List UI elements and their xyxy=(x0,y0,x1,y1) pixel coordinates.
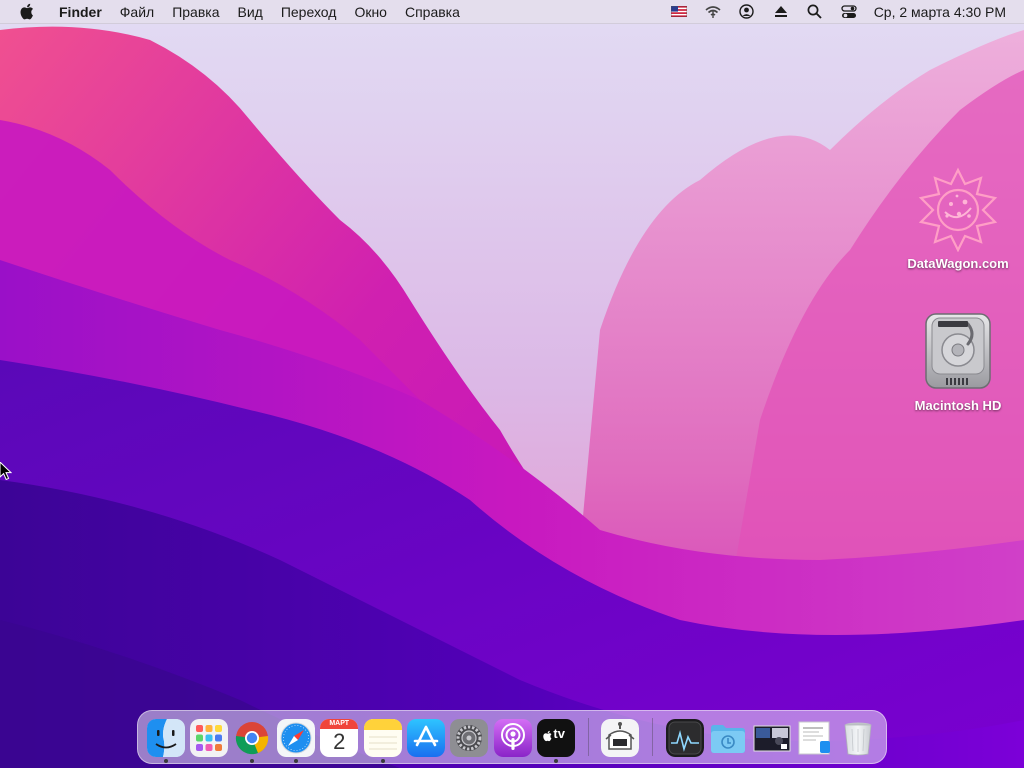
menu-bar-left: Finder Файл Правка Вид Переход Окно Спра… xyxy=(0,0,469,24)
user-icon[interactable] xyxy=(730,0,764,24)
dock-app-store[interactable] xyxy=(404,714,447,760)
podcasts-icon xyxy=(493,719,532,757)
dock-safari[interactable] xyxy=(274,714,317,763)
calendar-icon: МАРТ 2 xyxy=(320,719,359,757)
downloads-folder-icon xyxy=(709,719,747,757)
dock-notes[interactable] xyxy=(361,714,404,763)
desktop-icon-label: Macintosh HD xyxy=(914,398,1002,413)
dock-chrome[interactable] xyxy=(231,714,274,763)
control-center-icon[interactable] xyxy=(832,0,866,24)
mouse-pointer-icon xyxy=(0,461,13,485)
menu-app-name[interactable]: Finder xyxy=(50,0,111,24)
wifi-icon[interactable] xyxy=(696,0,730,24)
system-preferences-icon xyxy=(450,719,489,757)
eject-icon[interactable] xyxy=(764,0,798,24)
apple-menu-icon[interactable] xyxy=(14,0,38,24)
app-store-icon xyxy=(406,719,445,757)
dock-activity-monitor[interactable] xyxy=(663,714,706,760)
spotlight-search-icon[interactable] xyxy=(798,0,832,24)
desktop-icon-label: DataWagon.com xyxy=(907,256,1009,271)
us-flag-input-icon[interactable] xyxy=(662,0,696,24)
menu-bar-right: Ср, 2 марта 4:30 PM xyxy=(662,0,1024,24)
menu-help[interactable]: Справка xyxy=(396,0,469,24)
apple-tv-icon: tv xyxy=(537,719,576,757)
document-preview-icon xyxy=(796,719,834,757)
dock-recents-stack[interactable] xyxy=(750,714,793,760)
desktop-icon-datawagon[interactable]: DataWagon.com xyxy=(898,166,1018,271)
dock-finder[interactable] xyxy=(144,714,187,763)
migration-assistant-icon xyxy=(601,719,640,757)
finder-icon xyxy=(146,719,185,757)
desktop-wallpaper xyxy=(0,0,1024,768)
menu-bar-clock[interactable]: Ср, 2 марта 4:30 PM xyxy=(866,4,1006,20)
dock-separator xyxy=(652,718,654,756)
datawagon-logo-icon xyxy=(915,166,1001,252)
dock-apple-tv[interactable]: tv xyxy=(534,714,577,763)
menu-bar: Finder Файл Правка Вид Переход Окно Спра… xyxy=(0,0,1024,24)
tv-text: tv xyxy=(553,726,565,741)
launchpad-icon xyxy=(190,719,229,757)
running-indicator xyxy=(163,759,168,763)
calendar-day: 2 xyxy=(333,729,346,754)
dock-documents-stack[interactable] xyxy=(793,714,836,760)
chrome-icon xyxy=(233,719,271,757)
desktop-icon-macintosh-hd[interactable]: Macintosh HD xyxy=(898,308,1018,413)
running-indicator xyxy=(293,759,298,763)
dock-launchpad[interactable] xyxy=(187,714,230,760)
dock-podcasts[interactable] xyxy=(491,714,534,760)
dock-trash[interactable] xyxy=(837,714,880,760)
dock-downloads-stack[interactable] xyxy=(706,714,749,760)
activity-monitor-icon xyxy=(665,719,704,757)
dock-separator xyxy=(587,718,589,756)
menu-go[interactable]: Переход xyxy=(272,0,346,24)
screenshot-stack-icon xyxy=(753,719,791,757)
safari-icon xyxy=(276,719,315,757)
dock-calendar[interactable]: МАРТ 2 xyxy=(318,714,361,760)
dock-migration-assistant[interactable] xyxy=(599,714,642,760)
running-indicator xyxy=(380,759,385,763)
menu-view[interactable]: Вид xyxy=(229,0,272,24)
running-indicator xyxy=(250,759,255,763)
dock-system-preferences[interactable] xyxy=(448,714,491,760)
dock: МАРТ 2 tv xyxy=(137,710,887,764)
menu-file[interactable]: Файл xyxy=(111,0,163,24)
menu-edit[interactable]: Правка xyxy=(163,0,228,24)
running-indicator xyxy=(554,759,559,763)
calendar-month: МАРТ xyxy=(320,719,359,729)
hard-drive-icon xyxy=(915,308,1001,394)
trash-icon xyxy=(839,719,877,757)
notes-icon xyxy=(363,719,402,757)
menu-window[interactable]: Окно xyxy=(345,0,396,24)
